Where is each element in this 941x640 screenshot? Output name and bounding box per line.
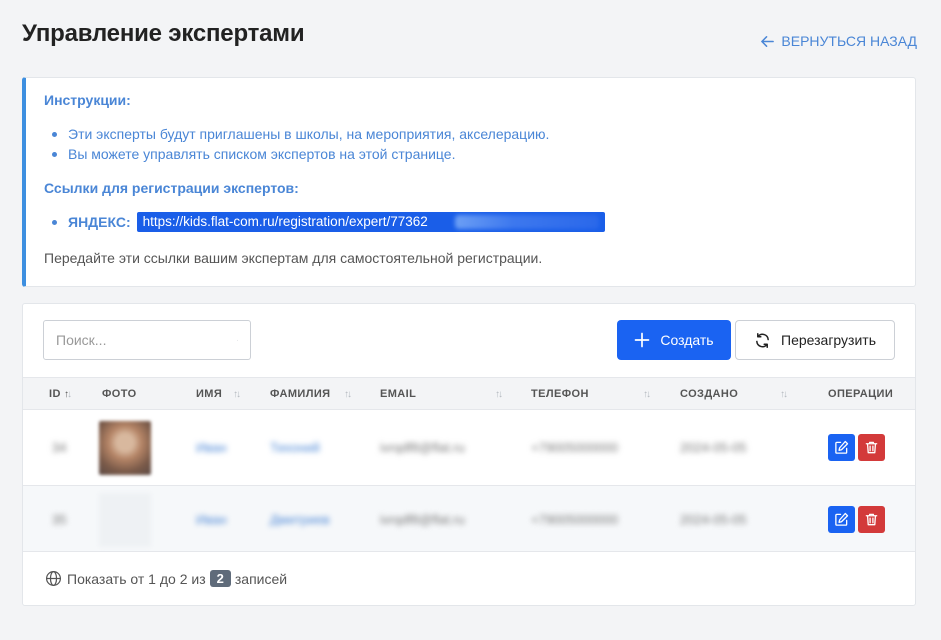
instruction-item: Вы можете управлять списком экспертов на…	[52, 144, 897, 164]
table-footer: Показать от 1 до 2 из 2 записей	[45, 570, 287, 587]
sort-icon[interactable]: ↑↓	[233, 378, 241, 411]
column-header-email[interactable]: EMAIL	[380, 378, 416, 411]
column-header-created[interactable]: СОЗДАНО	[680, 378, 738, 411]
instructions-panel: Инструкции: Эти эксперты будут приглашен…	[22, 77, 916, 287]
edit-icon	[835, 440, 849, 454]
trash-icon	[865, 513, 878, 526]
sort-icon[interactable]: ↑↓	[495, 378, 503, 411]
cell-id: 34	[52, 440, 67, 455]
create-button[interactable]: Создать	[617, 320, 731, 360]
delete-button[interactable]	[858, 434, 885, 461]
cell-phone: +79005000000	[531, 512, 619, 527]
expert-photo	[99, 493, 151, 547]
back-button-label: ВЕРНУТЬСЯ НАЗАД	[781, 33, 917, 49]
instructions-list: Эти эксперты будут приглашены в школы, н…	[44, 124, 897, 164]
arrow-left-icon	[761, 35, 775, 47]
page-title: Управление экспертами	[22, 20, 305, 47]
link-label: ЯНДЕКС:	[68, 214, 131, 230]
instruction-item: Эти эксперты будут приглашены в школы, н…	[52, 124, 897, 144]
reload-button[interactable]: Перезагрузить	[735, 320, 895, 360]
cell-created: 2024-05-05	[680, 512, 747, 527]
cell-phone: +79005000000	[531, 440, 619, 455]
edit-button[interactable]	[828, 506, 855, 533]
column-header-name[interactable]: ИМЯ	[196, 378, 222, 411]
cell-id: 35	[52, 512, 67, 527]
column-header-photo: ФОТО	[102, 388, 137, 400]
back-button[interactable]: ВЕРНУТЬСЯ НАЗАД	[760, 33, 917, 49]
table-row: 34 Иван Тихоний ivrqdf8@flat.ru +7900500…	[23, 410, 915, 485]
cell-surname[interactable]: Тихоний	[270, 440, 320, 455]
cell-email: ivrqdf8@flat.ru	[380, 512, 465, 527]
search-icon	[237, 339, 238, 341]
edit-icon	[835, 512, 849, 526]
cell-created: 2024-05-05	[680, 440, 747, 455]
sort-icon[interactable]: ↑↓	[643, 378, 651, 411]
cell-surname[interactable]: Дмитриев	[270, 512, 330, 527]
cell-email: ivrqdf8@flat.ru	[380, 440, 465, 455]
search-input[interactable]	[56, 332, 237, 348]
reload-button-label: Перезагрузить	[781, 332, 876, 348]
experts-table-card: Создать Перезагрузить ID ↑↓ ФОТО ИМЯ ↑↓ …	[22, 303, 916, 606]
cell-name[interactable]: Иван	[196, 512, 227, 527]
records-count-badge: 2	[209, 570, 231, 587]
sort-asc-icon[interactable]: ↑↓	[64, 378, 72, 411]
create-button-label: Создать	[660, 332, 714, 348]
expert-photo	[99, 421, 151, 475]
table-row: 35 Иван Дмитриев ivrqdf8@flat.ru +790050…	[23, 485, 915, 552]
sort-icon[interactable]: ↑↓	[344, 378, 352, 411]
link-item: ЯНДЕКС: https://kids.flat-com.ru/registr…	[52, 212, 897, 232]
search-box	[43, 320, 251, 360]
trash-icon	[865, 441, 878, 454]
registration-link[interactable]: https://kids.flat-com.ru/registration/ex…	[136, 212, 605, 232]
footer-suffix: записей	[234, 570, 288, 587]
registration-link-text: https://kids.flat-com.ru/registration/ex…	[142, 214, 428, 229]
column-header-id[interactable]: ID	[49, 378, 61, 411]
column-header-surname[interactable]: ФАМИЛИЯ	[270, 378, 330, 411]
redacted-blur	[454, 215, 599, 229]
footer-prefix: Показать от 1 до 2 из	[67, 570, 206, 587]
cell-name[interactable]: Иван	[196, 440, 227, 455]
delete-button[interactable]	[858, 506, 885, 533]
globe-icon	[45, 570, 62, 587]
links-list: ЯНДЕКС: https://kids.flat-com.ru/registr…	[44, 212, 897, 232]
refresh-icon	[756, 332, 769, 348]
sort-icon[interactable]: ↑↓	[780, 378, 788, 411]
column-header-operations: ОПЕРАЦИИ	[828, 388, 894, 400]
column-header-phone[interactable]: ТЕЛЕФОН	[531, 378, 589, 411]
table-header: ID ↑↓ ФОТО ИМЯ ↑↓ ФАМИЛИЯ ↑↓ EMAIL ↑↓ ТЕ…	[23, 377, 915, 410]
plus-icon	[635, 332, 650, 348]
links-heading: Ссылки для регистрации экспертов:	[44, 180, 299, 196]
instructions-heading: Инструкции:	[44, 92, 131, 108]
edit-button[interactable]	[828, 434, 855, 461]
instructions-note: Передайте эти ссылки вашим экспертам для…	[44, 250, 543, 266]
